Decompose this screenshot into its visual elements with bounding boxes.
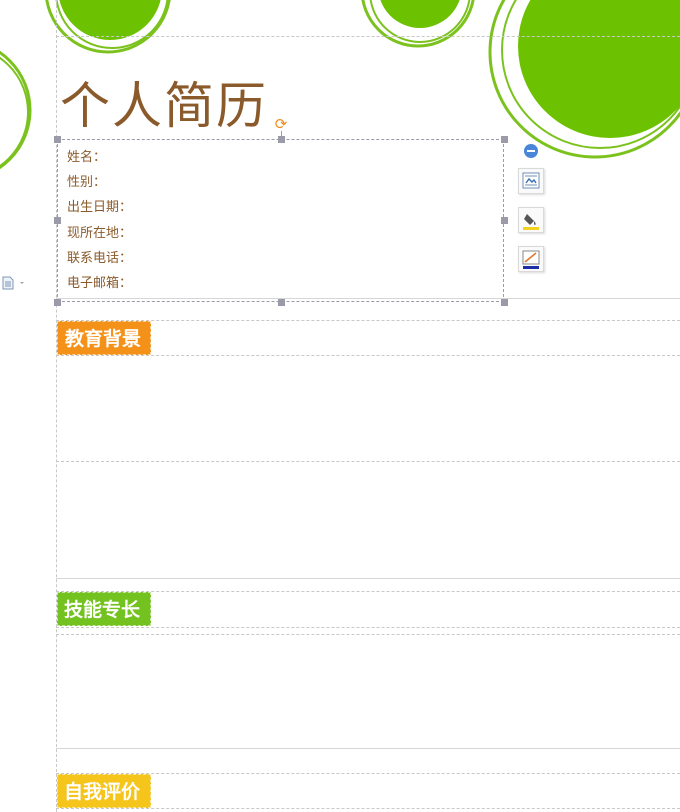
- section-guide: [56, 355, 680, 356]
- resize-handle-bottom[interactable]: [278, 299, 285, 306]
- layout-options-button[interactable]: [518, 168, 544, 194]
- line-color-icon: [522, 250, 540, 269]
- section-guide: [56, 808, 680, 809]
- section-guide: [56, 634, 680, 635]
- resize-handle-top[interactable]: [278, 136, 285, 143]
- section-divider: [56, 748, 680, 749]
- resize-handle-right[interactable]: [501, 217, 508, 224]
- line-color-button[interactable]: [518, 246, 544, 272]
- resize-handle-top-left[interactable]: [54, 136, 61, 143]
- info-field-name[interactable]: 姓名：: [67, 148, 132, 173]
- resize-handle-bottom-right[interactable]: [501, 299, 508, 306]
- resume-title[interactable]: 个人简历: [60, 66, 268, 138]
- section-guide: [56, 627, 680, 628]
- info-field-gender[interactable]: 性别：: [67, 173, 132, 198]
- fill-color-button[interactable]: [518, 207, 544, 233]
- collapse-icon[interactable]: [524, 144, 538, 158]
- section-heading-self-evaluation[interactable]: 自我评价: [57, 774, 151, 808]
- section-heading-skills[interactable]: 技能专长: [57, 592, 151, 626]
- personal-info-list[interactable]: 姓名： 性别： 出生日期： 现所在地： 联系电话： 电子邮箱：: [67, 148, 132, 299]
- info-field-phone[interactable]: 联系电话：: [67, 249, 132, 274]
- fill-color-icon: [523, 214, 539, 230]
- info-field-location[interactable]: 现所在地：: [67, 224, 132, 249]
- info-field-email[interactable]: 电子邮箱：: [67, 274, 132, 299]
- layout-options-icon: [522, 172, 540, 189]
- resize-handle-bottom-left[interactable]: [54, 299, 61, 306]
- page-margin-guide: [56, 0, 57, 812]
- document-icon[interactable]: [2, 275, 24, 290]
- resize-handle-left[interactable]: [54, 217, 61, 224]
- section-divider: [56, 578, 680, 579]
- section-heading-education[interactable]: 教育背景: [57, 321, 151, 355]
- header-guide: [56, 36, 680, 37]
- rotate-handle-icon[interactable]: ⟳: [274, 117, 288, 132]
- info-field-birthdate[interactable]: 出生日期：: [67, 198, 132, 223]
- resize-handle-top-right[interactable]: [501, 136, 508, 143]
- section-guide: [56, 461, 680, 462]
